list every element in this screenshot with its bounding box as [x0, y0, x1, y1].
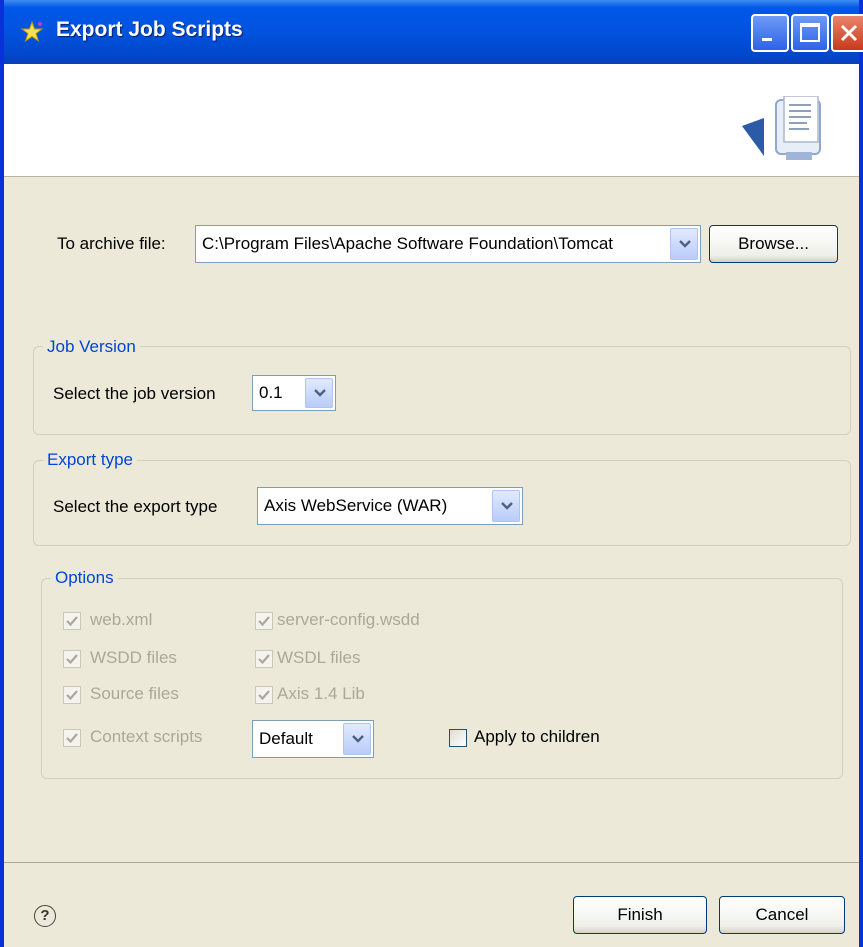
- cancel-button-label: Cancel: [755, 905, 809, 924]
- chevron-down-icon: [314, 389, 326, 397]
- apply-to-children-label: Apply to children: [474, 727, 600, 746]
- close-icon: [840, 24, 858, 42]
- job-version-label: Select the job version: [53, 384, 216, 403]
- minimize-icon: [762, 38, 772, 41]
- browse-button-label: Browse...: [738, 234, 809, 253]
- context-combo[interactable]: Default: [252, 720, 374, 758]
- job-version-combo[interactable]: 0.1: [252, 375, 336, 411]
- maximize-icon: [800, 23, 820, 42]
- archive-file-label: To archive file:: [57, 234, 166, 253]
- finish-button[interactable]: Finish: [573, 896, 707, 934]
- title-bar[interactable]: Export Job Scripts: [0, 0, 863, 64]
- options-group: [41, 578, 843, 779]
- chevron-down-icon: [679, 240, 691, 248]
- archive-dropdown-button[interactable]: [670, 228, 698, 260]
- help-icon[interactable]: ?: [34, 905, 56, 927]
- wsdd-files-checkbox[interactable]: [63, 650, 81, 668]
- source-files-checkbox[interactable]: [63, 686, 81, 704]
- window-frame-right: [859, 64, 863, 947]
- wsdd-files-label: WSDD files: [90, 648, 177, 667]
- options-group-title: Options: [51, 568, 118, 588]
- chevron-down-icon: [501, 502, 513, 510]
- web-xml-checkbox[interactable]: [63, 612, 81, 630]
- checkmark-icon: [258, 654, 270, 665]
- checkmark-icon: [66, 690, 78, 701]
- cancel-button[interactable]: Cancel: [719, 896, 845, 934]
- web-xml-label: web.xml: [90, 610, 153, 629]
- wsdl-files-label: WSDL files: [277, 648, 361, 667]
- job-version-group-title: Job Version: [43, 337, 140, 357]
- maximize-button[interactable]: [791, 14, 829, 52]
- archive-file-value[interactable]: C:\Program Files\Apache Software Foundat…: [202, 234, 613, 254]
- window-frame-left: [0, 64, 4, 947]
- checkmark-icon: [258, 616, 270, 627]
- chevron-down-icon: [352, 735, 364, 743]
- export-type-value[interactable]: Axis WebService (WAR): [264, 496, 447, 516]
- context-dropdown-button[interactable]: [343, 723, 371, 755]
- archive-file-combo[interactable]: C:\Program Files\Apache Software Foundat…: [195, 225, 701, 263]
- browse-button[interactable]: Browse...: [709, 225, 838, 263]
- context-scripts-label: Context scripts: [90, 727, 203, 746]
- footer-separator: [4, 862, 859, 863]
- axis-lib-checkbox[interactable]: [255, 686, 273, 704]
- apply-to-children-checkbox[interactable]: [449, 729, 467, 747]
- wizard-banner: [4, 64, 859, 177]
- job-version-value[interactable]: 0.1: [259, 383, 283, 403]
- context-value[interactable]: Default: [259, 729, 313, 749]
- checkmark-icon: [66, 733, 78, 744]
- checkmark-icon: [66, 654, 78, 665]
- checkmark-icon: [66, 616, 78, 627]
- export-type-dropdown-button[interactable]: [492, 490, 520, 522]
- job-version-dropdown-button[interactable]: [305, 378, 333, 408]
- finish-button-label: Finish: [617, 905, 663, 924]
- server-config-wsdd-checkbox[interactable]: [255, 612, 273, 630]
- minimize-button[interactable]: [751, 14, 789, 52]
- export-type-group-title: Export type: [43, 450, 137, 470]
- source-files-label: Source files: [90, 684, 179, 703]
- export-job-scripts-dialog: Export Job Scripts To archive file: C:\P…: [0, 0, 863, 947]
- export-document-icon: [742, 96, 821, 160]
- export-type-combo[interactable]: Axis WebService (WAR): [257, 487, 523, 525]
- close-button[interactable]: [831, 14, 863, 52]
- server-config-wsdd-label: server-config.wsdd: [277, 610, 420, 629]
- talend-star-icon: [20, 20, 44, 43]
- axis-lib-label: Axis 1.4 Lib: [277, 684, 365, 703]
- checkmark-icon: [258, 690, 270, 701]
- context-scripts-checkbox[interactable]: [63, 729, 81, 747]
- export-type-label: Select the export type: [53, 497, 218, 516]
- wsdl-files-checkbox[interactable]: [255, 650, 273, 668]
- window-title: Export Job Scripts: [56, 18, 243, 41]
